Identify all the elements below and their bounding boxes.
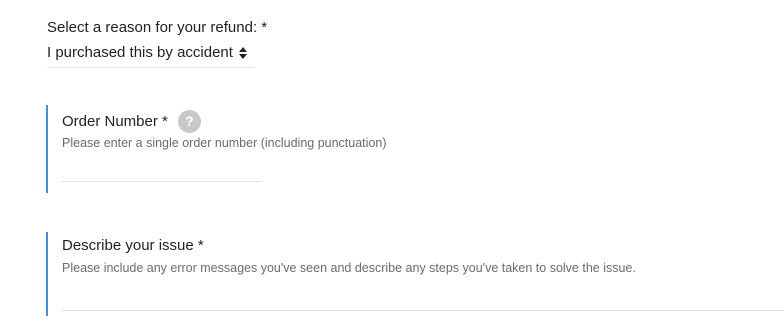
order-number-section: Order Number * ? Please enter a single o… (46, 105, 784, 193)
order-number-input[interactable] (62, 159, 262, 182)
help-icon[interactable]: ? (177, 110, 201, 133)
order-number-label: Order Number * (62, 112, 168, 130)
refund-reason-select[interactable]: I purchased this by accident (47, 42, 254, 68)
order-number-title: Order Number * ? (62, 110, 201, 133)
order-number-hint: Please enter a single order number (incl… (62, 136, 387, 150)
refund-reason-selected-value: I purchased this by accident (47, 44, 233, 61)
issue-title: Describe your issue * (62, 237, 204, 255)
refund-reason-label: Select a reason for your refund: * (47, 19, 268, 36)
issue-hint: Please include any error messages you've… (62, 261, 636, 275)
issue-label: Describe your issue * (62, 237, 204, 254)
issue-textarea[interactable] (62, 284, 784, 311)
issue-section: Describe your issue * Please include any… (46, 232, 784, 316)
sort-arrows-icon (238, 47, 247, 59)
